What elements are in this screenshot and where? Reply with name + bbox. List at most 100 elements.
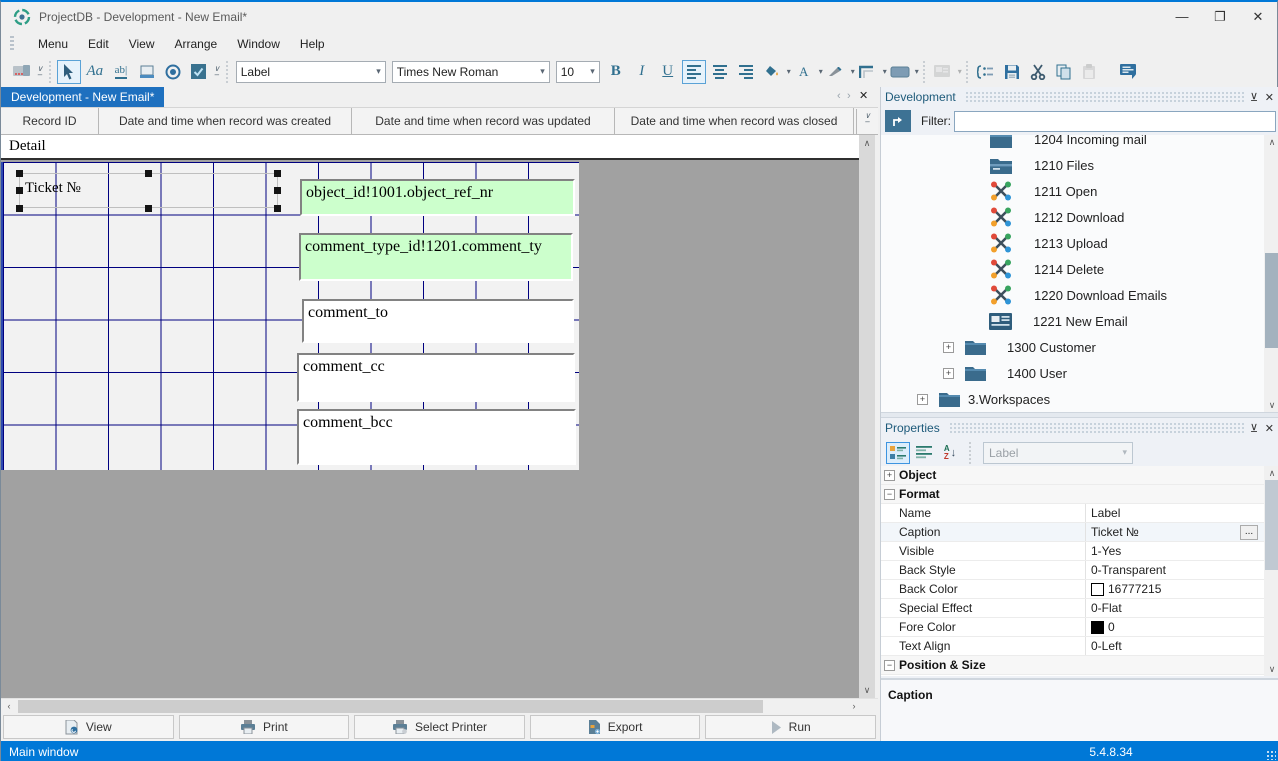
shape-style-button[interactable] [888,60,912,84]
sort-az-button[interactable]: A Z ↓ [938,442,962,464]
field-comment-type[interactable]: comment_type_id!1201.comment_ty [299,233,573,281]
cut-button[interactable] [1026,60,1050,84]
selection-handle[interactable] [274,187,281,194]
highlight-pen-button[interactable] [824,60,848,84]
filter-input[interactable] [954,111,1276,132]
tree-item-workspaces[interactable]: + 3.Workspaces [881,386,1264,412]
form-designer-canvas[interactable]: Detail Ticket № object_id!1001.object_re… [1,135,859,698]
textbox-tool-button[interactable]: ab| [109,60,133,84]
highlight-pen-dropdown-icon[interactable]: ▾ [851,67,855,76]
menu-item-edit[interactable]: Edit [79,34,118,54]
checkbox-tool-button[interactable] [187,60,211,84]
tree-item-1221[interactable]: 1221 New Email [881,308,1264,334]
select-printer-button[interactable]: Select Printer [354,715,525,739]
columns-overflow-icon[interactable]: ∨– [856,109,878,135]
scrollbar-thumb[interactable] [18,700,763,713]
label-ticket-no[interactable]: Ticket № [19,173,278,208]
menu-item-menu[interactable]: Menu [29,34,77,54]
bold-button[interactable]: B [604,60,628,84]
object-selector-combobox[interactable]: Label▾ [983,442,1133,464]
property-row-special-effect[interactable]: Special Effect 0-Flat [881,599,1264,618]
tree-scrollbar[interactable]: ∧ ∨ [1264,135,1278,412]
style-combobox[interactable]: Label▾ [236,61,386,83]
fill-color-button[interactable] [760,60,784,84]
collapse-icon[interactable]: − [884,660,895,671]
tree-item-1213[interactable]: 1213 Upload [881,230,1264,256]
column-created[interactable]: Date and time when record was created [99,108,352,135]
resize-grip[interactable] [1266,750,1276,760]
scrollbar-thumb[interactable] [1265,253,1278,348]
tree-item-1400[interactable]: + 1400 User [881,360,1264,386]
scroll-up-icon[interactable]: ∧ [1264,466,1278,480]
font-color-button[interactable]: A [792,60,816,84]
scroll-left-icon[interactable]: ‹ [1,700,17,713]
menu-item-arrange[interactable]: Arrange [166,34,227,54]
ellipsis-editor-button[interactable]: ... [1240,525,1258,540]
field-comment-cc[interactable]: comment_cc [297,353,575,402]
selection-handle[interactable] [16,205,23,212]
menu-item-help[interactable]: Help [291,34,334,54]
property-row-caption[interactable]: Caption Ticket № ... [881,523,1264,542]
tab-scroll-left-icon[interactable]: ‹ [837,90,841,102]
property-row-back-style[interactable]: Back Style 0-Transparent [881,561,1264,580]
view-button[interactable]: View [3,715,174,739]
scrollbar-thumb[interactable] [1265,480,1278,570]
align-right-button[interactable] [734,60,758,84]
field-comment-to[interactable]: comment_to [302,299,574,343]
menu-item-window[interactable]: Window [228,34,289,54]
expand-icon[interactable]: + [943,368,954,379]
selection-handle[interactable] [16,170,23,177]
shape-style-dropdown-icon[interactable]: ▾ [915,67,919,76]
designer-vertical-scrollbar[interactable]: ∧ ∨ [859,135,875,698]
expand-icon[interactable]: + [943,342,954,353]
font-size-combobox[interactable]: 10▾ [556,61,600,83]
image-preview-button[interactable] [10,60,34,84]
expand-icon[interactable]: + [917,394,928,405]
underline-button[interactable]: U [656,60,680,84]
pin-icon[interactable]: ⊻ [1250,422,1258,435]
run-button[interactable]: Run [705,715,876,739]
field-object-ref-nr[interactable]: object_id!1001.object_ref_nr [300,179,575,216]
scroll-down-icon[interactable]: ∨ [859,682,875,698]
property-row-back-color[interactable]: Back Color 16777215 [881,580,1264,599]
tab-scroll-right-icon[interactable]: › [847,90,851,102]
scroll-up-icon[interactable]: ∧ [859,135,875,151]
property-group-object[interactable]: + Object [881,466,1264,485]
comment-note-button[interactable] [1117,60,1141,84]
scroll-right-icon[interactable]: › [846,700,862,713]
selection-handle[interactable] [145,170,152,177]
copy-button[interactable] [1052,60,1076,84]
font-color-dropdown-icon[interactable]: ▾ [819,67,823,76]
scroll-up-icon[interactable]: ∧ [1264,135,1278,149]
property-row-visible[interactable]: Visible 1-Yes [881,542,1264,561]
scroll-down-icon[interactable]: ∨ [1264,398,1278,412]
selection-handle[interactable] [274,170,281,177]
font-combobox[interactable]: Times New Roman▾ [392,61,550,83]
pin-icon[interactable]: ⊻ [1250,91,1258,104]
select-tool-button[interactable] [57,60,81,84]
paste-button[interactable] [1078,60,1102,84]
close-panel-icon[interactable]: ✕ [1265,422,1274,435]
alphabetical-view-button[interactable] [912,442,936,464]
expand-icon[interactable]: + [884,470,895,481]
collapse-icon[interactable]: − [884,489,895,500]
print-button[interactable]: Print [179,715,350,739]
designer-horizontal-scrollbar[interactable]: ‹ › [1,698,878,713]
properties-scrollbar[interactable]: ∧ ∨ [1264,466,1278,676]
insert-image-button[interactable] [931,60,955,84]
scroll-down-icon[interactable]: ∨ [1264,662,1278,676]
tab-development-new-email[interactable]: Development - New Email* [1,87,164,107]
maximize-button[interactable]: ❐ [1201,2,1239,32]
align-center-button[interactable] [708,60,732,84]
navigate-button[interactable] [885,110,911,132]
export-button[interactable]: Export [530,715,701,739]
tree-item-1211[interactable]: 1211 Open [881,178,1264,204]
property-row-name[interactable]: Name Label [881,504,1264,523]
tree-item-1212[interactable]: 1212 Download [881,204,1264,230]
selection-handle[interactable] [16,187,23,194]
button-tool-button[interactable] [135,60,159,84]
menu-item-view[interactable]: View [120,34,164,54]
save-button[interactable] [1000,60,1024,84]
radio-tool-button[interactable] [161,60,185,84]
band-header-detail[interactable]: Detail [1,135,859,160]
